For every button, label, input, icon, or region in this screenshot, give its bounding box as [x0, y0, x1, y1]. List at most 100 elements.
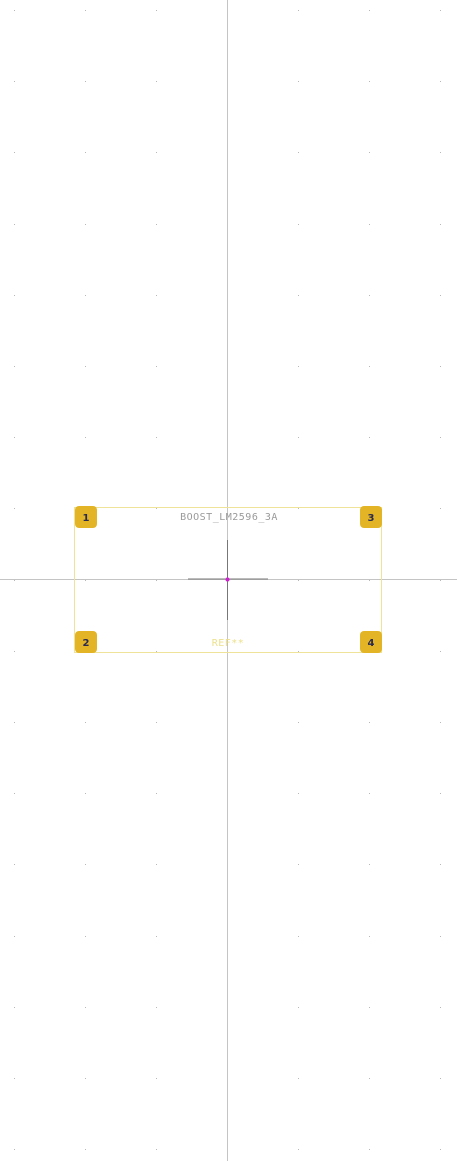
grid-dot	[85, 81, 86, 82]
grid-dot	[298, 437, 299, 438]
grid-dot	[369, 224, 370, 225]
grid-dot	[440, 936, 441, 937]
grid-dot	[14, 508, 15, 509]
grid-dot	[369, 1007, 370, 1008]
grid-dot	[298, 722, 299, 723]
grid-dot	[298, 1078, 299, 1079]
grid-dot	[156, 864, 157, 865]
pad-3-number: 3	[368, 513, 375, 524]
grid-dot	[156, 580, 157, 581]
grid-dot	[14, 864, 15, 865]
grid-dot	[156, 437, 157, 438]
grid-dot	[440, 437, 441, 438]
pad-1[interactable]: 1	[75, 506, 97, 528]
pcb-footprint-canvas[interactable]: BOOST_LM2596_3A REF** 1 2 3 4	[0, 0, 457, 1161]
grid-dot	[14, 437, 15, 438]
grid-dot	[156, 1007, 157, 1008]
grid-dot	[298, 580, 299, 581]
grid-dot	[14, 366, 15, 367]
grid-dot	[85, 224, 86, 225]
grid-dot	[440, 864, 441, 865]
grid-dot	[14, 1078, 15, 1079]
grid-dot	[14, 580, 15, 581]
grid-dot	[85, 864, 86, 865]
grid-dot	[14, 152, 15, 153]
grid-dot	[298, 936, 299, 937]
grid-dot	[440, 1149, 441, 1150]
footprint-value-text[interactable]: BOOST_LM2596_3A	[180, 512, 278, 523]
pad-3[interactable]: 3	[360, 506, 382, 528]
grid-dot	[440, 580, 441, 581]
grid-dot	[440, 224, 441, 225]
pad-4[interactable]: 4	[360, 631, 382, 653]
grid-dot	[156, 936, 157, 937]
grid-dot	[156, 224, 157, 225]
grid-dot	[156, 295, 157, 296]
grid-dot	[369, 81, 370, 82]
grid-dot	[440, 722, 441, 723]
grid-dot	[85, 295, 86, 296]
grid-dot	[298, 1007, 299, 1008]
grid-dot	[14, 936, 15, 937]
grid-dot	[440, 295, 441, 296]
grid-dot	[14, 722, 15, 723]
grid-dot	[298, 224, 299, 225]
grid-dot	[369, 793, 370, 794]
grid-dot	[298, 81, 299, 82]
pad-4-number: 4	[368, 638, 375, 649]
grid-dot	[440, 651, 441, 652]
grid-dot	[369, 722, 370, 723]
grid-dot	[440, 366, 441, 367]
grid-dot	[14, 295, 15, 296]
grid-dot	[14, 81, 15, 82]
grid-dot	[369, 295, 370, 296]
grid-dot	[14, 1007, 15, 1008]
grid-dot	[369, 580, 370, 581]
grid-dot	[440, 1078, 441, 1079]
grid-dot	[298, 1149, 299, 1150]
grid-dot	[440, 1007, 441, 1008]
grid-dot	[440, 152, 441, 153]
grid-dot	[369, 366, 370, 367]
grid-dot	[85, 793, 86, 794]
grid-dot	[156, 793, 157, 794]
grid-dot	[85, 10, 86, 11]
grid-dot	[156, 722, 157, 723]
grid-dot	[369, 10, 370, 11]
grid-dot	[298, 651, 299, 652]
footprint-reference-text[interactable]: REF**	[212, 638, 245, 649]
grid-dot	[85, 936, 86, 937]
grid-dot	[440, 10, 441, 11]
grid-dot	[298, 508, 299, 509]
grid-dot	[369, 152, 370, 153]
grid-dot	[14, 1149, 15, 1150]
grid-dot	[298, 10, 299, 11]
grid-dot	[156, 1078, 157, 1079]
pad-2[interactable]: 2	[75, 631, 97, 653]
grid-dot	[14, 10, 15, 11]
grid-dot	[156, 1149, 157, 1150]
grid-dot	[85, 366, 86, 367]
grid-dot	[14, 651, 15, 652]
grid-dot	[298, 864, 299, 865]
origin-marker	[225, 577, 230, 582]
grid-dot	[369, 437, 370, 438]
grid-dot	[156, 10, 157, 11]
grid-dot	[85, 1078, 86, 1079]
grid-dot	[85, 152, 86, 153]
grid-dot	[156, 366, 157, 367]
grid-dot	[369, 864, 370, 865]
grid-dot	[298, 793, 299, 794]
grid-dot	[369, 1078, 370, 1079]
grid-dot	[85, 1007, 86, 1008]
grid-dot	[440, 793, 441, 794]
grid-dot	[440, 81, 441, 82]
pad-1-number: 1	[83, 513, 90, 524]
grid-dot	[85, 580, 86, 581]
grid-dot	[156, 81, 157, 82]
grid-dot	[156, 651, 157, 652]
grid-dot	[14, 224, 15, 225]
grid-dot	[369, 1149, 370, 1150]
grid-dot	[298, 366, 299, 367]
grid-dot	[156, 508, 157, 509]
